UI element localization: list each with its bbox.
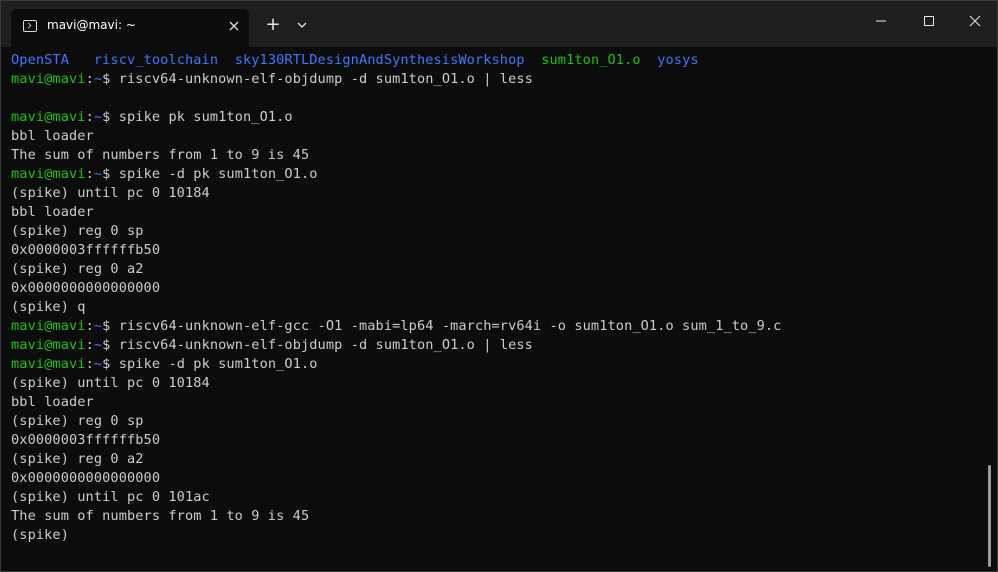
chevron-down-icon [297,22,307,28]
prompt-path: ~ [93,356,103,372]
tab-terminal[interactable]: mavi@mavi: ~ [11,9,249,47]
command-text: spike -d pk sum1ton_O1.o [110,356,318,372]
maximize-button[interactable] [905,1,953,41]
ls-output-line: OpenSTA riscv_toolchain sky130RTLDesignA… [11,51,781,70]
prompt-user: mavi@mavi [11,71,86,87]
close-tab-button[interactable] [225,17,243,35]
output-line: (spike) until pc 0 101ac [11,489,210,505]
prompt-path: ~ [93,337,103,353]
command-line: mavi@mavi:~$ riscv64-unknown-elf-objdump… [11,336,781,355]
blank-line [11,89,781,108]
close-icon [229,21,239,31]
prompt-user: mavi@mavi [11,166,86,182]
ls-entry: riscv_toolchain [93,52,219,68]
maximize-icon [924,16,934,26]
tab-dropdown-button[interactable] [293,15,311,35]
output-line: (spike) reg 0 sp [11,413,144,429]
prompt-user: mavi@mavi [11,356,86,372]
prompt-user: mavi@mavi [11,318,86,334]
command-line: mavi@mavi:~$ spike -d pk sum1ton_O1.o [11,165,781,184]
terminal-output: OpenSTA riscv_toolchain sky130RTLDesignA… [11,51,781,545]
command-line: mavi@mavi:~$ spike pk sum1ton_O1.o [11,108,781,127]
prompt-path: ~ [93,109,103,125]
title-bar: mavi@mavi: ~ + [1,1,997,47]
prompt-user: mavi@mavi [11,337,86,353]
prompt-separator: : [85,337,94,353]
output-line: (spike) until pc 0 10184 [11,185,210,201]
prompt-separator: : [85,318,94,334]
output-line: 0x0000003ffffffb50 [11,432,161,448]
output-line: 0x0000000000000000 [11,280,161,296]
prompt-path: ~ [93,71,103,87]
ls-entry: OpenSTA [11,52,69,68]
prompt-path: ~ [93,166,103,182]
command-line: mavi@mavi:~$ riscv64-unknown-elf-objdump… [11,70,781,89]
command-line: mavi@mavi:~$ riscv64-unknown-elf-gcc -O1… [11,317,781,336]
output-line: 0x0000000000000000 [11,470,161,486]
output-line: (spike) q [11,299,86,315]
output-line: (spike) until pc 0 10184 [11,375,210,391]
terminal-icon [23,20,37,32]
terminal-window: mavi@mavi: ~ + OpenSTA riscv_toolchain s… [0,0,998,572]
output-line: (spike) reg 0 sp [11,223,144,239]
command-text: spike -d pk sum1ton_O1.o [110,166,318,182]
output-line: bbl loader [11,204,94,220]
prompt-user: mavi@mavi [11,109,86,125]
ls-entry: yosys [657,52,699,68]
output-line: (spike) reg 0 a2 [11,451,144,467]
minimize-button[interactable] [857,1,905,41]
output-line: bbl loader [11,394,94,410]
close-icon [969,15,981,27]
command-line: mavi@mavi:~$ spike -d pk sum1ton_O1.o [11,355,781,374]
scrollbar[interactable] [988,465,991,567]
prompt-separator: : [85,356,94,372]
command-text: riscv64-unknown-elf-gcc -O1 -mabi=lp64 -… [110,318,782,334]
output-line: 0x0000003ffffffb50 [11,242,161,258]
terminal-content[interactable]: OpenSTA riscv_toolchain sky130RTLDesignA… [1,47,997,571]
command-text: riscv64-unknown-elf-objdump -d sum1ton_O… [110,71,533,87]
output-line: The sum of numbers from 1 to 9 is 45 [11,508,310,524]
minimize-icon [876,20,886,22]
prompt-separator: : [85,166,94,182]
prompt-separator: : [85,71,94,87]
prompt-path: ~ [93,318,103,334]
output-line: (spike) reg 0 a2 [11,261,144,277]
prompt-separator: : [85,109,94,125]
tab-title: mavi@mavi: ~ [47,18,136,32]
output-line: (spike) [11,527,69,543]
output-line: bbl loader [11,128,94,144]
new-tab-button[interactable]: + [263,15,283,35]
close-window-button[interactable] [951,1,998,41]
ls-entry: sum1ton_O1.o [541,52,641,68]
command-text: riscv64-unknown-elf-objdump -d sum1ton_O… [110,337,533,353]
ls-entry: sky130RTLDesignAndSynthesisWorkshop [234,52,525,68]
command-text: spike pk sum1ton_O1.o [110,109,293,125]
output-line: The sum of numbers from 1 to 9 is 45 [11,147,310,163]
